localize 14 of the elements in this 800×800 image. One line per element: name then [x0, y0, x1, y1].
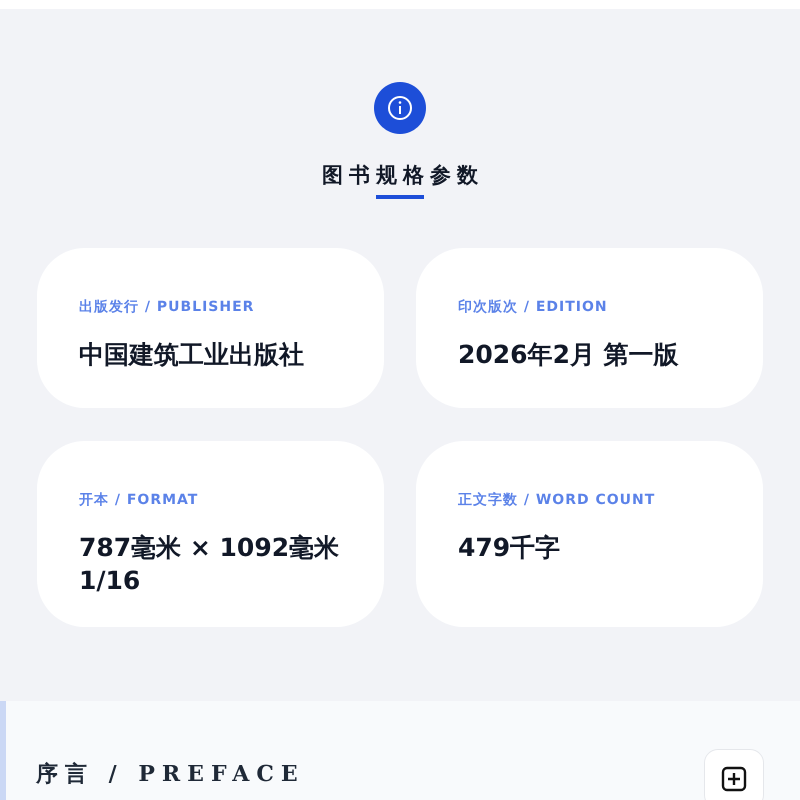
preface-title: 序言 / PREFACE — [36, 761, 305, 787]
spec-label: 开本 / FORMAT — [79, 491, 200, 509]
plus-square-icon — [721, 766, 747, 792]
spec-value: 479千字 — [458, 532, 562, 564]
spec-value: 中国建筑工业出版社 — [79, 339, 305, 371]
spec-label: 印次版次 / EDITION — [458, 298, 609, 316]
title-underline — [376, 195, 424, 199]
spec-label: 出版发行 / PUBLISHER — [79, 298, 256, 316]
expand-button[interactable] — [704, 749, 764, 800]
section-title: 图书规格参数 — [321, 162, 484, 189]
spec-value: 787毫米 × 1092毫米 1/16 — [79, 532, 340, 597]
spec-label: 正文字数 / WORD COUNT — [458, 491, 656, 509]
spec-value: 2026年2月 第一版 — [458, 339, 680, 371]
info-icon — [374, 82, 426, 134]
